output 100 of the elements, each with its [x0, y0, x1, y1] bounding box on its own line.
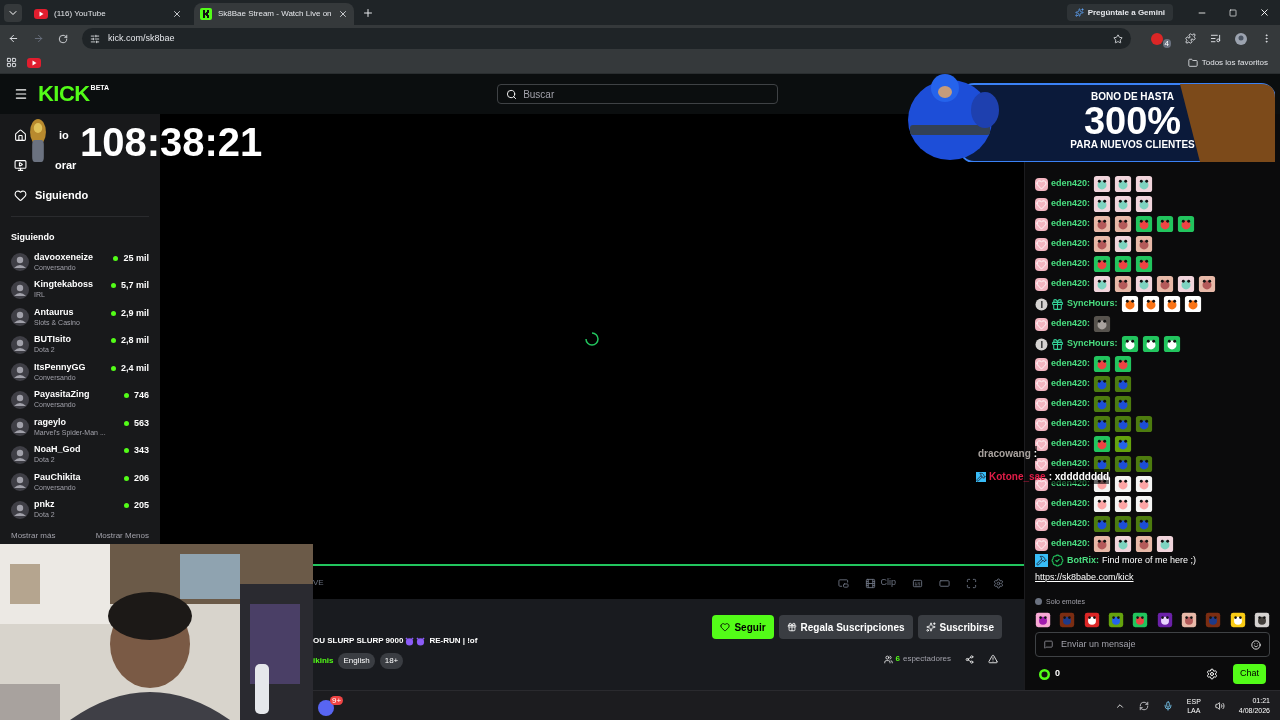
menu-icon[interactable]: [14, 87, 28, 101]
emote-icon: [1114, 215, 1133, 233]
chat-username[interactable]: eden420:: [1051, 257, 1091, 271]
apps-icon[interactable]: [6, 57, 17, 68]
gemini-button[interactable]: Pregúntale a Gemini: [1066, 4, 1173, 21]
chat-username[interactable]: eden420:: [1051, 317, 1091, 331]
channel-name: davooxeneize: [34, 251, 95, 263]
chat-username[interactable]: eden420:: [1051, 517, 1091, 531]
microphone-icon[interactable]: [1162, 700, 1173, 711]
heart-icon: [720, 622, 731, 632]
extensions-icon[interactable]: [1185, 33, 1196, 44]
tag[interactable]: 18+: [379, 653, 404, 669]
chat-username[interactable]: BotRix:: [1067, 554, 1099, 568]
chat-username[interactable]: eden420:: [1051, 177, 1091, 191]
site-info-icon[interactable]: [90, 33, 100, 44]
back-icon[interactable]: [8, 33, 19, 44]
chat-username[interactable]: eden420:: [1051, 457, 1091, 471]
notification-badge: 9+: [330, 695, 344, 705]
sync-icon[interactable]: [1138, 700, 1149, 711]
heart-badge-icon: [1035, 317, 1048, 331]
chat-username[interactable]: eden420:: [1051, 537, 1091, 551]
tag[interactable]: English: [338, 653, 375, 669]
category-link[interactable]: ikinis: [313, 655, 334, 667]
nav-item[interactable]: orar: [55, 156, 77, 174]
emote-button[interactable]: [1083, 612, 1100, 628]
profile-avatar-icon[interactable]: [1235, 32, 1247, 45]
browser-tab[interactable]: Sk8Bae Stream - Watch Live on: [194, 3, 354, 25]
youtube-icon: [34, 9, 48, 19]
heart-badge-icon: [1035, 537, 1048, 551]
follow-button[interactable]: Seguir: [712, 615, 774, 639]
chat-username[interactable]: SyncHours:: [1067, 337, 1118, 351]
close-icon[interactable]: [338, 9, 348, 19]
chat-send-button[interactable]: Chat: [1233, 664, 1266, 684]
extension-badge: 4: [1162, 39, 1171, 48]
chat-link[interactable]: https://sk8babe.com/kick: [1035, 570, 1270, 583]
heart-badge-icon: [1035, 277, 1048, 291]
chat-username[interactable]: SyncHours:: [1067, 297, 1118, 311]
emote-button[interactable]: [1035, 612, 1051, 628]
heart-badge-icon: [1035, 197, 1048, 211]
nav-item[interactable]: io: [59, 126, 69, 144]
chat-username[interactable]: eden420:: [1051, 217, 1091, 231]
captions-icon[interactable]: [912, 577, 923, 589]
discord-taskbar-icon[interactable]: [318, 699, 334, 716]
reload-icon[interactable]: [58, 33, 68, 44]
show-less-link[interactable]: Mostrar Menos: [95, 529, 149, 542]
section-title: Siguiendo: [11, 231, 56, 244]
subscribe-button[interactable]: Suscribirse: [917, 615, 1002, 639]
volume-icon[interactable]: [1214, 700, 1225, 711]
chat-username[interactable]: eden420:: [1051, 377, 1091, 391]
chat-username[interactable]: eden420:: [1051, 397, 1091, 411]
fullscreen-icon[interactable]: [966, 577, 977, 589]
browser-tab[interactable]: (116) YouTube: [28, 3, 188, 25]
emote-button[interactable]: [1229, 612, 1246, 628]
emote-icon: [1114, 255, 1133, 273]
chat-username[interactable]: eden420:: [1051, 277, 1091, 291]
emote-button[interactable]: [1156, 612, 1173, 628]
sparkle-icon: [925, 622, 936, 632]
search-field[interactable]: Buscar: [497, 84, 779, 104]
emoji-icon[interactable]: [1251, 639, 1261, 650]
emote-button[interactable]: [1132, 612, 1149, 628]
report-icon[interactable]: [988, 654, 998, 664]
emote-button[interactable]: [1108, 612, 1124, 628]
restore-icon[interactable]: [1229, 8, 1237, 17]
emote-icon: [1093, 455, 1112, 473]
emote-icon: [1093, 275, 1112, 293]
chat-username[interactable]: eden420:: [1051, 437, 1091, 451]
bookmarks-folder[interactable]: Todos los favoritos: [1187, 56, 1268, 69]
nav-item[interactable]: Siguiendo: [35, 186, 89, 204]
emote-icon: [1135, 495, 1154, 513]
message-field[interactable]: Enviar un mensaje: [1035, 632, 1270, 657]
kick-logo[interactable]: KICK: [38, 83, 90, 105]
chat-username[interactable]: eden420:: [1051, 417, 1091, 431]
sparkle-icon: [1074, 8, 1084, 17]
share-icon[interactable]: [965, 654, 974, 664]
emote-button[interactable]: [1180, 612, 1197, 628]
new-tab-icon[interactable]: [362, 6, 374, 19]
channel-name: NoaH_God: [34, 444, 82, 456]
tab-list-button[interactable]: [4, 3, 22, 22]
media-icon[interactable]: [1210, 33, 1221, 44]
extension-button[interactable]: [1150, 32, 1163, 45]
loading-spinner-icon: [585, 332, 599, 346]
chat-username[interactable]: eden420:: [1051, 197, 1091, 211]
clip-button[interactable]: Clip: [865, 576, 896, 590]
emote-icon: [1093, 355, 1112, 373]
close-icon[interactable]: [1259, 7, 1270, 18]
chat-username[interactable]: eden420:: [1051, 237, 1091, 251]
close-icon[interactable]: [172, 9, 182, 19]
gift-subs-button[interactable]: Regala Suscripciones: [778, 615, 913, 639]
picture-in-picture-icon[interactable]: [838, 577, 850, 589]
show-more-link[interactable]: Mostrar más: [11, 529, 56, 542]
emote-icon: [1114, 495, 1133, 513]
emote-button[interactable]: [1253, 612, 1270, 628]
address-field[interactable]: kick.com/sk8bae: [82, 28, 1131, 49]
bookmark-star-icon[interactable]: [1112, 33, 1123, 44]
chat-username[interactable]: eden420:: [1051, 357, 1091, 371]
heart-badge-icon: [1035, 457, 1048, 471]
tab-title: (116) YouTube: [54, 8, 107, 20]
channel-name: BUTIsito: [34, 334, 72, 346]
chat-username[interactable]: eden420:: [1051, 497, 1091, 511]
heart-badge-icon: [1035, 177, 1048, 191]
